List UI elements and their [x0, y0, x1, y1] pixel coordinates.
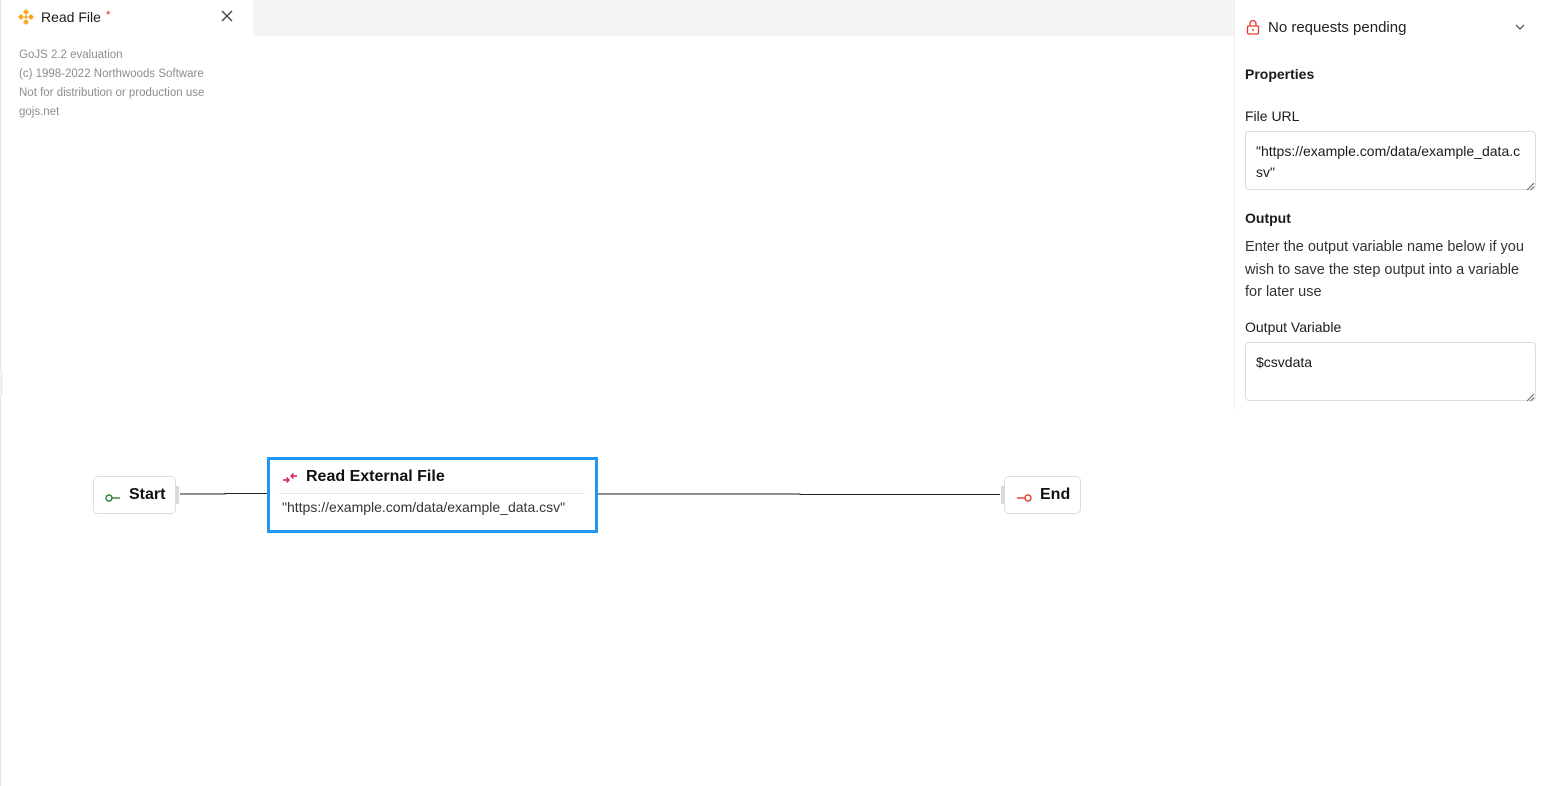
resize-handle-icon[interactable] — [1525, 389, 1535, 402]
app-root: Read File * GoJS 2.2 evaluation (c) 1998… — [0, 0, 1545, 786]
file-url-input[interactable]: "https://example.com/data/example_data.c… — [1245, 131, 1536, 190]
tab-title: Read File — [41, 9, 101, 25]
tab-bar-background — [253, 0, 1235, 36]
tab-read-file[interactable]: Read File * — [1, 0, 253, 34]
start-icon — [105, 490, 121, 502]
watermark-line: GoJS 2.2 evaluation — [19, 49, 123, 61]
chevron-down-icon — [1513, 20, 1527, 34]
lock-icon — [1245, 19, 1261, 35]
collapse-arrows-icon — [282, 471, 298, 483]
step-detail: "https://example.com/data/example_data.c… — [282, 499, 566, 515]
output-heading: Output — [1245, 210, 1291, 226]
properties-panel: No requests pending Properties File URL … — [1234, 0, 1545, 410]
watermark-line: (c) 1998-2022 Northwoods Software — [19, 68, 204, 80]
requests-status-text: No requests pending — [1268, 18, 1407, 36]
start-node[interactable]: Start — [93, 476, 179, 514]
step-divider — [279, 493, 585, 494]
start-label: Start — [129, 486, 166, 503]
end-node[interactable]: End — [1001, 476, 1081, 514]
watermark-line: gojs.net — [19, 106, 60, 118]
output-variable-input[interactable]: $csvdata — [1245, 342, 1536, 401]
workflow-icon — [17, 8, 35, 26]
left-scroll-marker — [0, 370, 3, 396]
file-url-label: File URL — [1245, 108, 1300, 124]
properties-heading: Properties — [1245, 66, 1315, 82]
output-variable-label: Output Variable — [1245, 319, 1342, 335]
end-input-port[interactable] — [1001, 486, 1005, 504]
start-output-port[interactable] — [175, 486, 179, 504]
link-step-to-end — [598, 493, 1000, 495]
end-icon — [1016, 490, 1032, 502]
watermark-line: Not for distribution or production use — [19, 87, 205, 99]
link-start-to-step — [180, 493, 267, 495]
read-external-file-node[interactable]: Read External File "https://example.com/… — [267, 457, 598, 533]
step-title: Read External File — [306, 468, 445, 485]
resize-handle-icon[interactable] — [1525, 178, 1535, 191]
unsaved-marker: * — [105, 8, 111, 22]
end-label: End — [1040, 486, 1071, 503]
close-icon[interactable] — [219, 8, 235, 24]
requests-status-dropdown[interactable]: No requests pending — [1245, 14, 1535, 40]
output-description: Enter the output variable name below if … — [1245, 239, 1524, 300]
gojs-watermark: GoJS 2.2 evaluation (c) 1998-2022 Northw… — [19, 46, 204, 122]
step-header: Read External File — [282, 468, 585, 486]
